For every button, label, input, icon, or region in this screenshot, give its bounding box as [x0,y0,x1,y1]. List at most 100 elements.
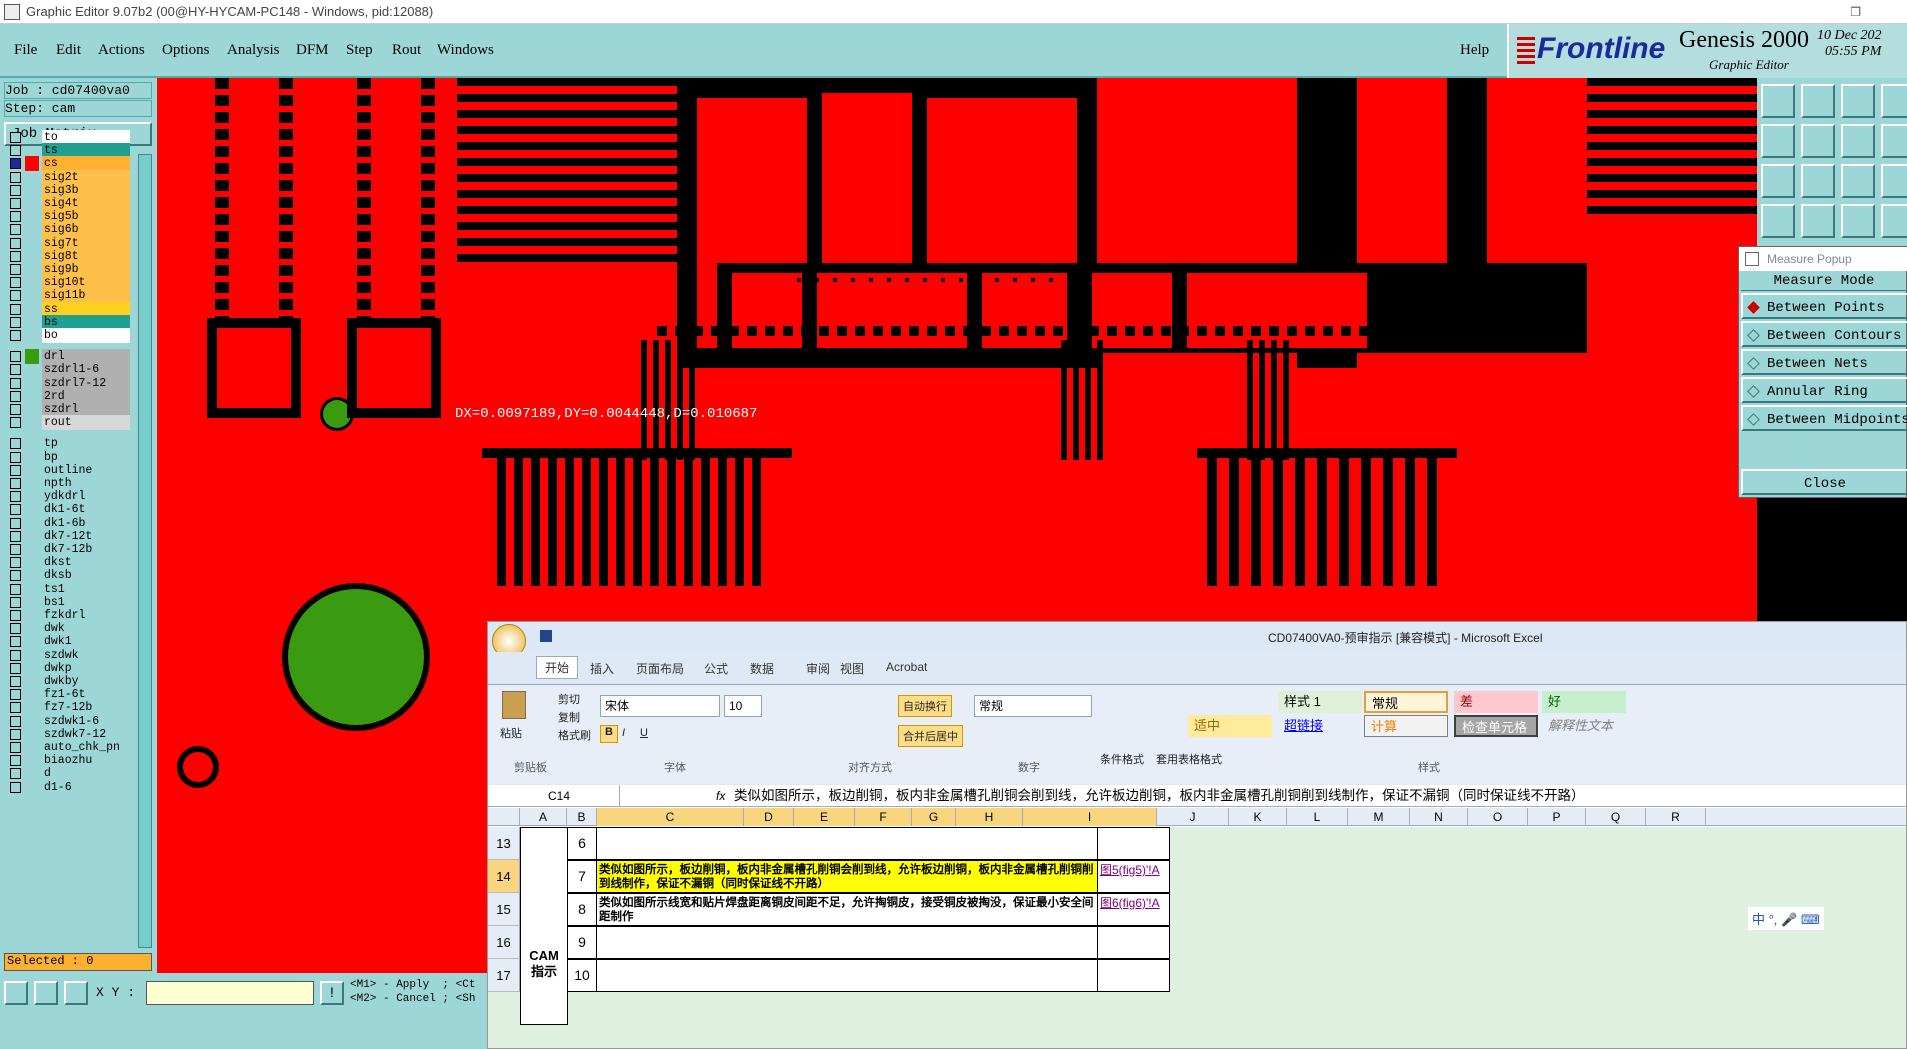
row-header[interactable]: 16 [488,926,520,959]
split-icon[interactable] [1881,124,1907,158]
style-explanatory[interactable]: 解释性文本 [1542,715,1626,737]
layer-checkbox[interactable] [10,544,21,555]
menu-step[interactable]: Step [346,42,373,59]
layout-icon[interactable] [1881,84,1907,118]
layer-checkbox[interactable] [10,662,21,674]
row-header[interactable]: 14 [488,860,520,893]
layer-checkbox[interactable] [10,145,21,157]
menu-options[interactable]: Options [162,42,210,59]
ratio-icon[interactable] [1841,164,1875,198]
ribbon-tab[interactable]: 页面布局 [636,660,684,677]
net-icon[interactable] [1841,204,1875,238]
layer-checkbox[interactable] [10,224,21,236]
layer-row[interactable]: d1-6 [8,779,130,795]
column-header[interactable]: H [956,808,1023,826]
measure-between-contours[interactable]: Between Contours [1741,321,1907,347]
style-hyperlink[interactable]: 超链接 [1278,715,1362,737]
column-header[interactable]: Q [1586,808,1646,826]
layer-checkbox[interactable] [10,491,21,503]
save-icon[interactable] [1801,84,1835,118]
menu-actions[interactable]: Actions [98,42,145,59]
measure-between-midpoints[interactable]: Between Midpoints [1741,405,1907,431]
sheet-grid[interactable]: 13 6 14 7 类似如图所示，板边削铜，板内非金属槽孔削铜会削到线，允许板边削铜，板… [488,827,1906,1048]
column-header[interactable]: O [1468,808,1528,826]
link-icon[interactable] [1761,204,1795,238]
column-header[interactable]: C [597,808,744,826]
column-header[interactable]: P [1528,808,1586,826]
measure-annular-ring[interactable]: Annular Ring [1741,377,1907,403]
ribbon-tab[interactable]: 视图 [840,660,864,677]
layer-checkbox[interactable] [10,623,21,635]
layer-checkbox[interactable] [10,264,21,275]
layer-checkbox[interactable] [10,417,21,429]
italic-button[interactable]: I [622,727,625,739]
move-icon[interactable] [1761,124,1795,158]
layer-row[interactable]: rout [8,415,130,431]
layer-checkbox[interactable] [10,290,21,302]
layer-checkbox[interactable] [10,316,21,328]
layer-checkbox[interactable] [10,464,21,476]
paste-icon[interactable] [502,691,526,719]
menu-windows[interactable]: Windows [437,42,494,59]
copy-button[interactable]: 复制 [558,709,580,725]
measure-between-points[interactable]: Between Points [1741,293,1907,319]
paste-button[interactable]: 粘贴 [500,725,522,741]
ribbon-tab[interactable]: 开始 [536,656,579,679]
name-box[interactable]: C14 [490,785,620,806]
warning-icon[interactable]: ! [320,981,344,1005]
instruction-cell[interactable] [596,959,1098,992]
ribbon-tab[interactable]: 审阅 [806,660,830,677]
menu-file[interactable]: File [14,42,37,59]
font-size-select[interactable]: 10 [724,695,762,717]
style-good[interactable]: 好 [1542,691,1626,713]
menu-edit[interactable]: Edit [56,42,81,59]
layer-checkbox[interactable] [10,330,21,341]
layer-checkbox[interactable] [10,390,21,402]
layer-checkbox[interactable] [10,715,21,727]
layer-checkbox[interactable] [10,451,21,463]
layer-checkbox[interactable] [10,351,21,363]
layer-checkbox[interactable] [10,404,21,415]
link-cell[interactable] [1097,827,1170,860]
layer-checkbox[interactable] [10,755,21,767]
layer-checkbox[interactable] [10,702,21,714]
layer-checkbox[interactable] [10,570,21,582]
line-icon[interactable] [1801,204,1835,238]
underline-button[interactable]: U [640,727,648,739]
open-icon[interactable] [1761,84,1795,118]
undo-icon[interactable] [1841,124,1875,158]
probe-icon[interactable] [1881,204,1907,238]
layer-checkbox[interactable] [10,504,21,516]
menu-dfm[interactable]: DFM [296,42,329,59]
link-cell[interactable] [1097,926,1170,959]
column-header[interactable]: E [794,808,855,826]
column-header[interactable]: N [1410,808,1468,826]
cut-button[interactable]: 剪切 [558,691,580,707]
style-normal[interactable]: 常规 [1364,691,1448,713]
format-as-table-button[interactable]: 套用表格格式 [1156,751,1222,767]
instruction-cell[interactable]: 类似如图所示线宽和贴片焊盘距离铜皮间距不足，允许掏铜皮，接受铜皮被掏没，保证最小… [596,893,1098,926]
link-cell[interactable] [1097,959,1170,992]
layer-row[interactable]: bo [8,328,130,343]
layer-checkbox[interactable] [10,171,21,183]
formula-content[interactable]: 类似如图所示，板边削铜，板内非金属槽孔削铜会削到线，允许板边削铜，板内非金属槽孔… [734,785,1585,807]
quick-access-save-icon[interactable] [540,630,552,642]
layer-checkbox[interactable] [10,781,21,793]
style-calculation[interactable]: 计算 [1364,715,1448,737]
style-bad[interactable]: 差 [1454,691,1538,713]
layer-checkbox[interactable] [10,689,21,701]
link-cell[interactable]: 图5(fig5)'!A [1097,860,1170,893]
style-normal-1[interactable]: 样式 1 [1278,691,1362,713]
layer-checkbox[interactable] [10,596,21,608]
layer-checkbox[interactable] [10,211,21,223]
measure-between-nets[interactable]: Between Nets [1741,349,1907,375]
column-header[interactable]: I [1023,808,1157,826]
column-header[interactable]: D [744,808,794,826]
layer-checkbox[interactable] [10,364,21,376]
column-header[interactable]: R [1646,808,1706,826]
layer-checkbox[interactable] [10,438,21,450]
snap-icon[interactable] [34,981,58,1005]
column-header[interactable]: G [912,808,956,826]
home-icon[interactable] [1841,84,1875,118]
wrap-text-button[interactable]: 自动换行 [898,695,952,717]
